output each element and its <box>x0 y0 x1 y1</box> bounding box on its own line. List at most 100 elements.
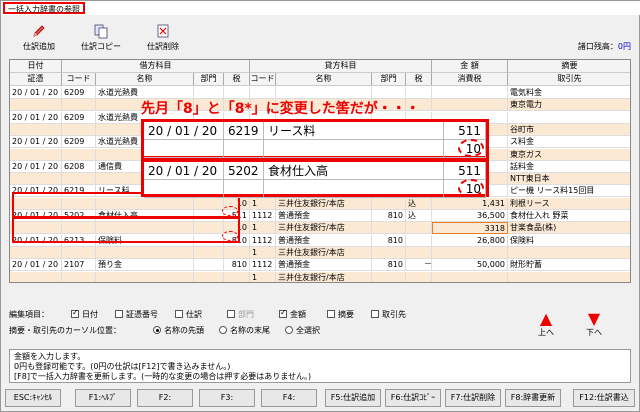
cell-summary[interactable]: 食材仕入れ 野菜 <box>508 210 630 222</box>
cell-dname[interactable] <box>96 271 194 282</box>
cell-cdept[interactable] <box>372 197 406 210</box>
table-row[interactable]: 20 / 01 / 20 2107 預り金 810 1112 普通預金 810 50,000 財… <box>10 259 630 272</box>
cell-dcode[interactable]: 6209 <box>62 136 96 149</box>
add-entry-button[interactable]: 仕訳追加 <box>9 19 69 57</box>
cell-dcode[interactable] <box>62 99 96 112</box>
cell-summary[interactable]: 電気料金 <box>508 87 630 99</box>
cell-ctax[interactable] <box>406 222 432 235</box>
cell-summary[interactable]: 利根リース <box>508 198 630 210</box>
option-summary[interactable]: 摘要 <box>327 309 354 320</box>
cell-date[interactable] <box>10 246 62 259</box>
cell-dname[interactable]: 預り金 <box>96 259 194 272</box>
cell-date[interactable]: 20 / 01 / 20 <box>10 259 62 272</box>
f4-button[interactable]: F4: <box>261 389 317 407</box>
option-date[interactable]: 日付 <box>71 308 98 320</box>
cell-dept[interactable] <box>194 271 224 282</box>
checkbox-date[interactable] <box>71 308 79 318</box>
table-row[interactable]: 1 三井住友銀行/本店 <box>10 271 630 283</box>
cell-dcode[interactable] <box>62 271 96 282</box>
cell-ccode[interactable]: 1 <box>250 271 276 282</box>
cell-ccode[interactable]: 1 <box>250 222 276 235</box>
cell-dept[interactable] <box>194 246 224 259</box>
cell-summary[interactable]: 谷町市 <box>508 124 630 136</box>
cell-dept[interactable] <box>194 259 224 272</box>
option-voucher[interactable]: 証憑番号 <box>115 309 158 320</box>
cell-cdept[interactable] <box>372 222 406 235</box>
cell-cname[interactable]: 三井住友銀行/本店 <box>276 271 372 282</box>
cell-summary[interactable]: 財形貯蓄 <box>508 259 630 271</box>
f2-button[interactable]: F2: <box>137 389 193 407</box>
radio-start[interactable]: 名称の先頭 <box>153 325 204 336</box>
option-partner[interactable]: 取引先 <box>371 309 406 320</box>
cell-cdept[interactable] <box>372 246 406 259</box>
cell-summary[interactable]: 東京ガス <box>508 149 630 161</box>
cell-dtax[interactable]: 810 <box>224 259 250 272</box>
f5-add-entry-button[interactable]: F5:仕訳追加 <box>325 389 381 407</box>
cell-date[interactable]: 20 / 01 / 20 <box>10 160 62 173</box>
cell-ccode[interactable]: 1112 <box>250 234 276 247</box>
cell-ccode[interactable]: 1 <box>250 246 276 259</box>
cell-summary[interactable]: ス料金 <box>508 136 630 148</box>
cell-dtax[interactable] <box>224 246 250 259</box>
copy-entry-button[interactable]: 仕訳コピー <box>71 19 131 57</box>
cell-cname[interactable]: 三井住友銀行/本店 <box>276 197 372 210</box>
cell-date[interactable] <box>10 271 62 282</box>
cell-date[interactable]: 20 / 01 / 20 <box>10 136 62 149</box>
cell-amount[interactable]: 26,800 <box>432 234 508 247</box>
f7-delete-entry-button[interactable]: F7:仕訳削除 <box>445 389 501 407</box>
cell-ctax[interactable]: 込 <box>406 210 432 222</box>
cell-date[interactable]: 20 / 01 / 20 <box>10 87 62 99</box>
f8-update-dictionary-button[interactable]: F8:辞書更新 <box>505 389 561 407</box>
cell-dcode[interactable]: 6209 <box>62 87 96 99</box>
cell-summary[interactable] <box>508 272 630 283</box>
cell-summary[interactable] <box>508 112 630 124</box>
cell-dtax[interactable] <box>224 271 250 282</box>
checkbox-voucher[interactable] <box>115 310 123 318</box>
cell-amount[interactable]: 3318 <box>432 222 508 235</box>
cell-amount[interactable] <box>432 271 508 282</box>
cell-cname[interactable]: 普通預金 <box>276 234 372 247</box>
esc-cancel-button[interactable]: ESC:ｷｬﾝｾﾙ <box>5 389 61 407</box>
f6-copy-entry-button[interactable]: F6:仕訳ｺﾋﾟｰ <box>385 389 441 407</box>
f3-button[interactable]: F3: <box>199 389 255 407</box>
cell-dcode[interactable] <box>62 148 96 161</box>
table-row[interactable]: 1 三井住友銀行/本店 <box>10 246 630 259</box>
move-up-button[interactable]: ▲ 上へ <box>531 311 561 338</box>
cell-summary[interactable]: 甘楽食品(株) <box>508 222 630 234</box>
cell-cdept[interactable]: 810 <box>372 234 406 247</box>
delete-entry-button[interactable]: 仕訳削除 <box>133 19 193 57</box>
cell-amount[interactable]: 1,431 <box>432 197 508 210</box>
checkbox-amount[interactable] <box>279 308 287 318</box>
radio-end-dot[interactable] <box>219 326 227 334</box>
cell-cname[interactable]: 三井住友銀行/本店 <box>276 222 372 235</box>
cell-ctax[interactable]: 込 <box>406 197 432 210</box>
cell-date[interactable] <box>10 173 62 186</box>
cell-dcode[interactable] <box>62 123 96 136</box>
cell-dcode[interactable] <box>62 173 96 186</box>
cell-cname[interactable]: 三井住友銀行/本店 <box>276 246 372 259</box>
cell-summary[interactable]: 東京電力 <box>508 99 630 111</box>
checkbox-partner[interactable] <box>371 310 379 318</box>
cell-amount[interactable] <box>432 99 508 112</box>
cell-summary[interactable]: 保険料 <box>508 235 630 247</box>
cell-cdept[interactable] <box>372 271 406 282</box>
radio-start-dot[interactable] <box>153 326 161 334</box>
cell-amount[interactable] <box>432 246 508 259</box>
cell-dcode[interactable]: 6208 <box>62 160 96 173</box>
radio-end[interactable]: 名称の末尾 <box>219 325 270 336</box>
cell-summary[interactable]: NTT東日本 <box>508 173 630 185</box>
cell-amount[interactable]: 50,000 <box>432 259 508 272</box>
option-entry[interactable]: 仕訳 <box>175 309 202 320</box>
cell-dcode[interactable] <box>62 246 96 259</box>
cell-date[interactable] <box>10 99 62 112</box>
cell-ccode[interactable]: 1112 <box>250 259 276 272</box>
cell-amount[interactable]: 36,500 <box>432 210 508 222</box>
cell-cname[interactable]: 普通預金 <box>276 210 372 222</box>
option-amount[interactable]: 金額 <box>279 308 306 320</box>
f1-help-button[interactable]: F1:ﾍﾙﾌﾟ <box>75 389 131 407</box>
f12-write-entry-button[interactable]: F12:仕訳書込 <box>573 389 635 407</box>
cell-ctax[interactable] <box>406 234 432 247</box>
cell-dcode[interactable]: 6209 <box>62 111 96 124</box>
checkbox-dept[interactable] <box>227 310 235 318</box>
checkbox-entry[interactable] <box>175 310 183 318</box>
